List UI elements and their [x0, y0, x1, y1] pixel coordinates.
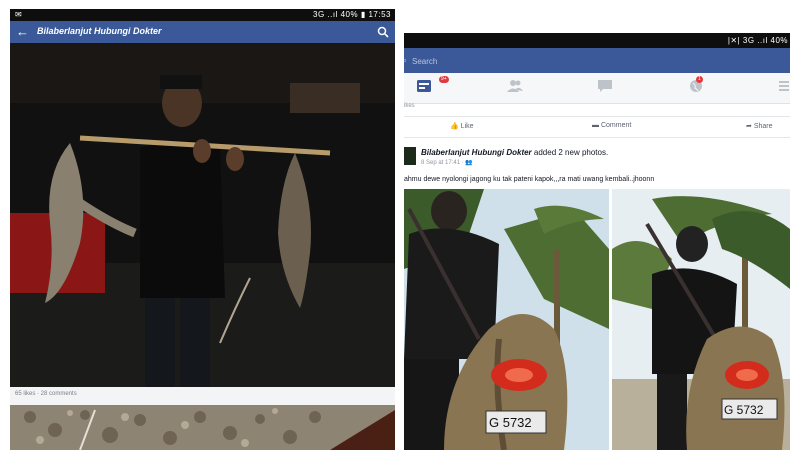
- search-icon: ⌕: [404, 55, 408, 65]
- app-bar: ← Bilaberlanjut Hubungi Dokter: [10, 21, 395, 43]
- news-feed-badge: 9+: [439, 76, 449, 83]
- post-photo-hunter[interactable]: [10, 43, 395, 387]
- friends-icon: [507, 80, 523, 92]
- post-action-text: added 2 new photos.: [533, 148, 609, 157]
- comment-button[interactable]: ▬ Comment: [592, 122, 631, 129]
- gravel-photo-image: [10, 405, 395, 450]
- post-photo-1[interactable]: G 5732: [404, 189, 609, 450]
- like-button[interactable]: 👍 Like: [450, 122, 474, 130]
- tab-news-feed[interactable]: 9+: [416, 76, 456, 99]
- author-name[interactable]: Bilaberlanjut Hubungi Dokter: [421, 148, 532, 157]
- nav-tabs: 9+ 1: [404, 73, 790, 104]
- post-actions-bar: 👍 Like ▬ Comment ➦ Share: [404, 116, 790, 138]
- plate-text-2: G 5732: [724, 403, 764, 417]
- post-text: ahmu dewe nyolongi jagong ku tak pateni …: [404, 176, 655, 183]
- tab-more[interactable]: [779, 79, 790, 99]
- post-author-line: Bilaberlanjut Hubungi Dokter added 2 new…: [421, 148, 608, 157]
- search-input[interactable]: [410, 54, 774, 69]
- status-readout: 3G ..ıl 40% ▮ 17:53: [313, 10, 391, 19]
- post-timestamp[interactable]: 8 Sep at 17:41 · 👥: [421, 159, 473, 166]
- tab-friend-requests[interactable]: [507, 79, 547, 99]
- notifications-badge: 1: [696, 76, 703, 83]
- status-bar: |✕| 3G ..ıl 40%: [404, 33, 790, 48]
- news-feed-icon: [417, 80, 431, 92]
- page-title: Bilaberlanjut Hubungi Dokter: [37, 26, 162, 36]
- search-icon[interactable]: [377, 26, 389, 38]
- share-button[interactable]: ➦ Share: [746, 122, 773, 130]
- comment-icon: ▬: [592, 122, 599, 129]
- share-icon: ➦: [746, 123, 752, 130]
- back-arrow-icon[interactable]: ←: [16, 24, 29, 39]
- messages-icon: [598, 80, 612, 92]
- likes-comments-count[interactable]: 65 likes · 28 comments: [15, 391, 77, 397]
- tab-notifications[interactable]: 1: [688, 76, 728, 99]
- hunter-photo-image: [10, 43, 395, 387]
- likes-count[interactable]: ikes: [404, 103, 415, 109]
- post-photo-gravel[interactable]: [10, 405, 395, 450]
- thumbs-up-icon: 👍: [450, 123, 459, 130]
- motorbike-photo-2: G 5732: [612, 189, 790, 450]
- avatar[interactable]: [404, 147, 416, 165]
- comment-label: Comment: [600, 122, 632, 129]
- motorbike-photo-1: G 5732: [404, 189, 609, 450]
- like-label: Like: [460, 123, 474, 130]
- post-photo-2[interactable]: G 5732: [612, 189, 790, 450]
- search-bar: ⌕: [404, 48, 790, 73]
- tab-messages[interactable]: [597, 79, 637, 99]
- status-bar: ✉ 3G ..ıl 40% ▮ 17:53: [10, 9, 395, 21]
- plate-text-1: G 5732: [489, 415, 532, 430]
- notification-icon: ✉: [15, 10, 22, 19]
- share-label: Share: [753, 123, 773, 130]
- menu-icon: [779, 81, 789, 91]
- post-header: Bilaberlanjut Hubungi Dokter added 2 new…: [404, 144, 790, 174]
- status-readout: |✕| 3G ..ıl 40%: [727, 36, 788, 45]
- left-phone-screenshot: ✉ 3G ..ıl 40% ▮ 17:53 ← Bilaberlanjut Hu…: [10, 9, 395, 450]
- right-phone-screenshot: |✕| 3G ..ıl 40% ⌕ 9+: [404, 33, 790, 450]
